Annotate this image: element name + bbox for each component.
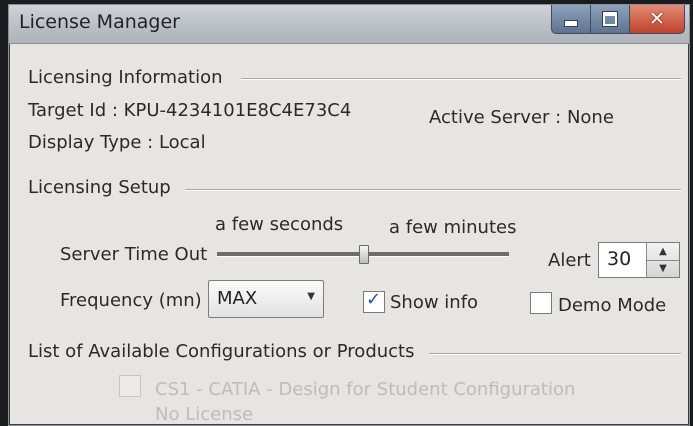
config-item-label: CS1 - CATIA - Design for Student Configu… — [155, 379, 576, 400]
minimize-icon — [564, 19, 578, 27]
display-type-row: Display Type : Local — [28, 132, 206, 153]
server-timeout-slider-thumb[interactable] — [359, 245, 369, 264]
slider-max-label: a few minutes — [389, 217, 517, 238]
config-item-checkbox[interactable] — [119, 375, 141, 397]
maximize-button[interactable] — [590, 5, 630, 34]
show-info-label[interactable]: Show info — [390, 292, 478, 313]
maximize-icon — [602, 11, 618, 27]
content-area: Licensing Information Target Id : KPU-42… — [9, 44, 689, 425]
title-bar[interactable]: License Manager ✕ — [9, 5, 689, 44]
close-icon: ✕ — [649, 8, 665, 30]
arrow-down-icon[interactable]: ▼ — [647, 260, 679, 277]
frequency-label: Frequency (mn) — [60, 290, 202, 311]
server-timeout-label: Server Time Out — [60, 244, 208, 265]
display-type-value: Local — [158, 132, 206, 153]
section-divider — [241, 78, 681, 80]
frequency-value: MAX — [217, 288, 258, 309]
active-server-row: Active Server : None — [429, 107, 614, 128]
section-divider — [185, 189, 681, 191]
target-id-label: Target Id : — [28, 100, 118, 121]
slider-min-label: a few seconds — [215, 214, 344, 235]
alert-spin-buttons: ▲ ▼ — [646, 243, 679, 277]
target-id-row: Target Id : KPU-4234101E8C4E73C4 — [28, 100, 351, 121]
active-server-label: Active Server : — [429, 107, 562, 128]
config-item-sublabel: No License — [155, 404, 254, 425]
checkmark-icon: ✓ — [366, 289, 382, 310]
target-id-value: KPU-4234101E8C4E73C4 — [123, 100, 352, 121]
licensing-setup-header: Licensing Setup — [28, 177, 171, 198]
configurations-header: List of Available Configurations or Prod… — [28, 341, 415, 362]
active-server-value: None — [566, 107, 614, 128]
demo-mode-label[interactable]: Demo Mode — [558, 295, 666, 316]
close-button[interactable]: ✕ — [629, 5, 685, 34]
alert-label: Alert — [548, 250, 591, 271]
demo-mode-checkbox[interactable] — [530, 292, 552, 314]
alert-value[interactable]: 30 — [607, 248, 631, 270]
alert-spinbox[interactable]: 30 ▲ ▼ — [598, 242, 680, 278]
minimize-button[interactable] — [551, 5, 591, 34]
chevron-down-icon: ▼ — [307, 291, 315, 302]
license-manager-window: License Manager ✕ Licensing Information … — [8, 4, 690, 426]
window-title: License Manager — [19, 11, 180, 33]
licensing-information-header: Licensing Information — [28, 67, 223, 88]
show-info-checkbox[interactable]: ✓ — [363, 289, 385, 313]
section-divider — [429, 353, 681, 355]
frequency-select[interactable]: MAX ▼ — [208, 280, 324, 318]
arrow-up-icon[interactable]: ▲ — [647, 243, 679, 261]
display-type-label: Display Type : — [28, 132, 154, 153]
